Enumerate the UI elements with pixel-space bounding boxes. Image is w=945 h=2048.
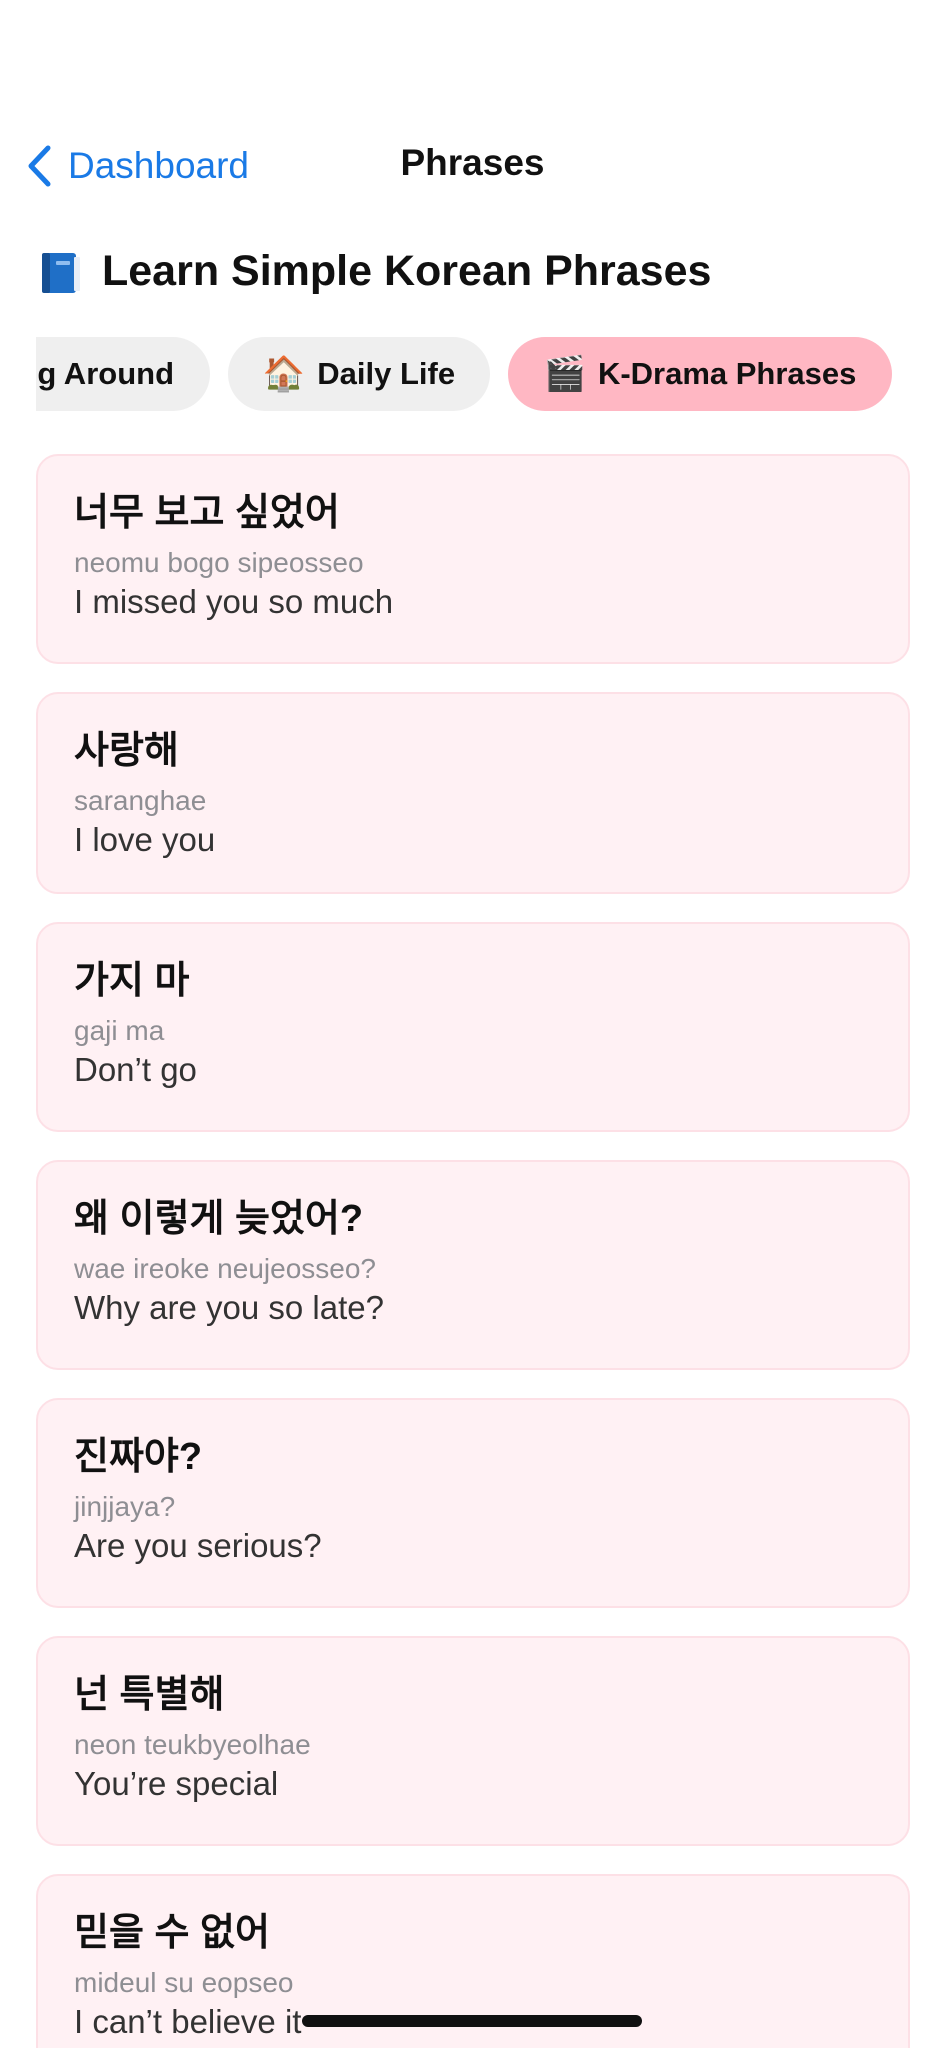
phrase-romanization: saranghae xyxy=(74,785,207,816)
phrase-english: Are you serious? xyxy=(74,1527,322,1564)
phrase-romanization: wae ireoke neujeosseo? xyxy=(74,1253,376,1284)
phrase-korean: 믿을 수 없어 xyxy=(74,1912,270,1954)
house-icon: 🏠 xyxy=(262,355,306,393)
phrase-english: You’re special xyxy=(74,1765,279,1802)
phrase-korean: 사랑해 xyxy=(74,730,179,772)
phrase-romanization: neomu bogo sipeosseo xyxy=(74,547,364,578)
navigation-bar: Dashboard Phrases xyxy=(0,130,945,202)
clapperboard-icon: 🎬 xyxy=(543,355,586,393)
phrase-romanization: neon teukbyeolhae xyxy=(74,1729,311,1760)
chip-label: Daily Life xyxy=(317,356,456,391)
phrase-card[interactable]: 넌 특별해 neon teukbyeolhae You’re special xyxy=(36,1636,910,1846)
phrase-card[interactable]: 가지 마 gaji ma Don’t go xyxy=(36,922,910,1132)
phrase-card[interactable]: 왜 이렇게 늦었어? wae ireoke neujeosseo? Why ar… xyxy=(36,1160,910,1370)
chip-k-drama-phrases[interactable]: 🎬 K-Drama Phrases xyxy=(508,337,892,411)
phrase-korean: 가지 마 xyxy=(74,960,190,1002)
phrase-english: I missed you so much xyxy=(74,583,394,620)
phrases-screen: Dashboard Phrases Learn Simple Korean Ph… xyxy=(0,0,945,2048)
phrase-card[interactable]: 사랑해 saranghae I love you xyxy=(36,692,910,894)
phrase-english: Don’t go xyxy=(74,1051,197,1088)
phrase-korean: 진짜야? xyxy=(74,1436,203,1478)
phrase-korean: 왜 이렇게 늦었어? xyxy=(74,1198,364,1240)
phrase-card[interactable]: 진짜야? jinjjaya? Are you serious? xyxy=(36,1398,910,1608)
phrase-romanization: gaji ma xyxy=(74,1015,165,1046)
nav-title: Phrases xyxy=(400,142,545,183)
chip-label: K-Drama Phrases xyxy=(597,356,857,391)
home-indicator xyxy=(302,2015,642,2027)
phrase-korean: 넌 특별해 xyxy=(74,1674,225,1716)
page-title: Learn Simple Korean Phrases xyxy=(38,247,711,296)
phrase-card[interactable]: 너무 보고 싶었어 neomu bogo sipeosseo I missed … xyxy=(36,454,910,664)
phrase-english: I love you xyxy=(74,821,216,858)
category-chips: g Around 🏠 Daily Life 🎬 K-Drama Phrases xyxy=(36,337,945,411)
phrase-korean: 너무 보고 싶었어 xyxy=(74,492,340,534)
chip-daily-life[interactable]: 🏠 Daily Life xyxy=(228,337,490,411)
phrase-romanization: jinjjaya? xyxy=(74,1491,176,1522)
phrase-romanization: mideul su eopseo xyxy=(74,1967,294,1998)
chip-getting-around[interactable]: g Around xyxy=(36,337,210,411)
page-title-text: Learn Simple Korean Phrases xyxy=(102,247,712,295)
chip-label: g Around xyxy=(37,356,174,391)
blue-book-icon xyxy=(38,249,84,295)
phrase-english: Why are you so late? xyxy=(74,1289,384,1326)
